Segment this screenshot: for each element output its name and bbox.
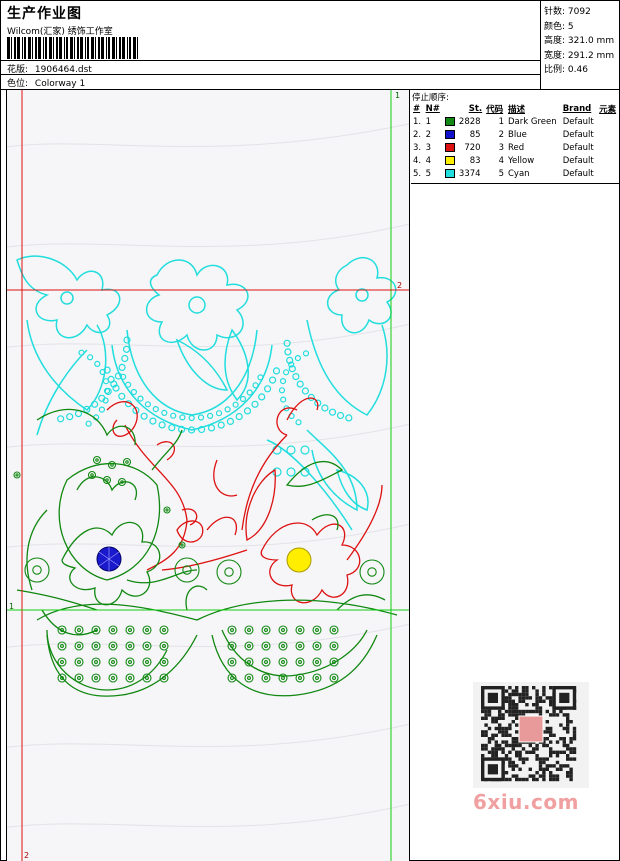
colorway-label: 色位: [7, 79, 29, 89]
color-swatch [444, 129, 455, 139]
color-swatch [444, 155, 455, 165]
color-swatch [444, 142, 455, 152]
row-code: 1 [498, 116, 504, 127]
col-element: 元素 [599, 104, 617, 115]
row-brand: Default [562, 155, 594, 166]
row-description: Blue [507, 129, 527, 140]
row-needle: 4 [425, 155, 432, 166]
col-needle: N# [425, 103, 440, 114]
stitch-count: 2828 [458, 116, 481, 127]
panel-divider [411, 183, 619, 184]
row-description: Yellow [507, 155, 535, 166]
colorway-row: 色位: Colorway 1 [7, 76, 85, 89]
row-swatch-stitches: 3374 [443, 167, 485, 180]
row-element [597, 141, 619, 154]
table-row: 3. 3 720 3 Red Default [411, 141, 619, 154]
colorway-value: Colorway 1 [34, 79, 86, 89]
row-swatch-stitches: 720 [443, 141, 485, 154]
qr-code [473, 682, 589, 788]
table-row: 2. 2 85 2 Blue Default [411, 128, 619, 141]
divider [1, 74, 541, 75]
stop-sequence-panel: 停止顺序: # N# St. 代码 描述 Brand 元素 1. 1 2828 1 Da… [411, 90, 619, 861]
stat-scale: 比例: 0.46 [544, 65, 588, 75]
color-swatch [444, 116, 455, 126]
sheet-header: 生产作业图 Wilcom(汇家) 绣饰工作室 花版: 1906464.dst 色… [1, 1, 619, 90]
design-stats: 针数: 7092 颜色: 5 高度: 321.0 mm 宽度: 291.2 mm… [542, 1, 619, 89]
row-code: 2 [498, 129, 504, 140]
row-element [597, 115, 619, 128]
header-info: 生产作业图 Wilcom(汇家) 绣饰工作室 花版: 1906464.dst 色… [1, 1, 541, 89]
barcode [7, 37, 138, 59]
stat-width: 宽度: 291.2 mm [544, 50, 615, 61]
col-description: 描述 [507, 104, 525, 115]
row-needle: 1 [425, 116, 432, 127]
col-stitches: St. [468, 103, 483, 114]
row-element [597, 154, 619, 167]
row-needle: 3 [425, 142, 432, 153]
watermark-text: 6xiu.com [473, 790, 579, 814]
row-needle: 2 [425, 129, 432, 140]
row-index: 4. [413, 155, 422, 166]
row-brand: Default [562, 168, 594, 179]
row-code: 3 [498, 142, 504, 153]
marker-mid-left: 1 [9, 602, 14, 611]
col-brand: Brand [562, 103, 592, 114]
row-needle: 5 [425, 168, 432, 179]
stitch-count: 720 [464, 142, 481, 153]
row-brand: Default [562, 116, 594, 127]
row-brand: Default [562, 142, 594, 153]
row-swatch-stitches: 83 [443, 154, 485, 167]
stat-stitches: 针数: 7092 [544, 7, 591, 17]
table-row: 1. 1 2828 1 Dark Green Default [411, 115, 619, 128]
color-swatch [444, 168, 455, 178]
row-brand: Default [562, 129, 594, 140]
stitch-count: 85 [469, 129, 481, 140]
stitch-count: 83 [469, 155, 481, 166]
row-description: Red [507, 142, 525, 153]
yellow-flower-center [286, 547, 312, 573]
divider [1, 60, 541, 61]
production-sheet: 生产作业图 Wilcom(汇家) 绣饰工作室 花版: 1906464.dst 色… [0, 0, 620, 861]
row-element [597, 128, 619, 141]
embroidery-design-area: 1 2 2 1 [6, 90, 410, 861]
col-index: # [413, 103, 421, 114]
studio-name: Wilcom(汇家) 绣饰工作室 [7, 27, 113, 37]
document-title: 生产作业图 [7, 6, 82, 22]
marker-mid-right: 2 [397, 281, 402, 290]
row-description: Cyan [507, 168, 530, 179]
row-code: 5 [498, 168, 504, 179]
row-code: 4 [498, 155, 504, 166]
row-swatch-stitches: 2828 [443, 115, 485, 128]
green-dot-clusters [13, 455, 385, 683]
marker-top-right: 1 [395, 91, 400, 100]
cyan-floral-band [16, 255, 397, 531]
marker-bottom-left: 2 [24, 851, 29, 860]
col-code: 代码 [486, 104, 504, 115]
row-index: 1. [413, 116, 422, 127]
row-swatch-stitches: 85 [443, 128, 485, 141]
stitch-count: 3374 [458, 168, 481, 179]
green-floral-band [16, 408, 398, 697]
table-header-row: # N# St. 代码 描述 Brand 元素 [411, 102, 619, 115]
stat-height: 高度: 321.0 mm [544, 36, 615, 46]
embroidery-design: 1 2 2 1 [7, 90, 409, 861]
table-row: 4. 4 83 4 Yellow Default [411, 154, 619, 167]
stat-colors: 颜色: 5 [544, 21, 574, 32]
row-index: 3. [413, 142, 422, 153]
cyan-dot-arcs [56, 336, 353, 477]
row-element [597, 167, 619, 180]
stop-sequence-table: # N# St. 代码 描述 Brand 元素 1. 1 2828 1 Dark Gre… [411, 102, 619, 180]
row-index: 2. [413, 129, 422, 140]
table-row: 5. 5 3374 5 Cyan Default [411, 167, 619, 180]
row-index: 5. [413, 168, 422, 179]
row-description: Dark Green [507, 116, 557, 127]
